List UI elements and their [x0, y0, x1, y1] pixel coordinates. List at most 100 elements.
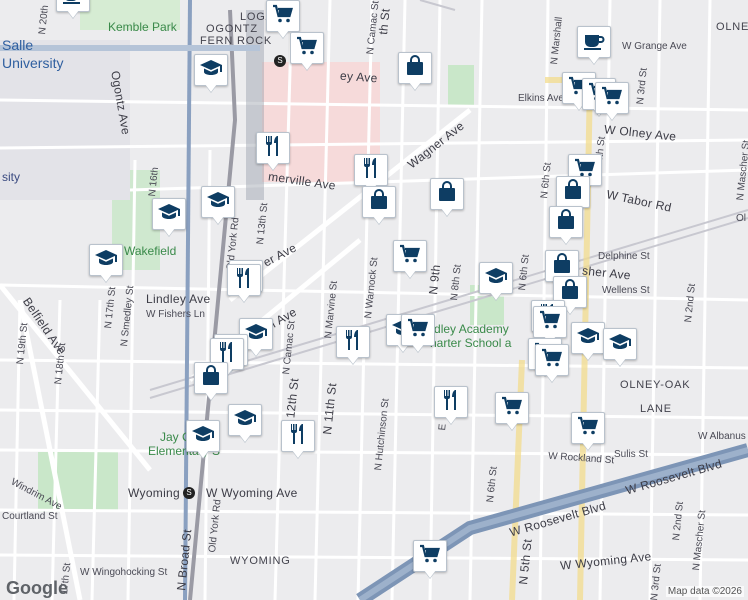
- map-marker-coffee[interactable]: [577, 26, 611, 66]
- marker-pointer: [67, 10, 79, 18]
- marker-box: [595, 82, 629, 114]
- marker-pointer: [197, 450, 209, 458]
- marker-box: [535, 344, 569, 376]
- map-marker-shopping-bag[interactable]: [549, 206, 583, 246]
- school-icon: [576, 324, 600, 353]
- marker-box: [556, 176, 590, 208]
- map-marker-restaurant[interactable]: [281, 420, 315, 460]
- marker-pointer: [301, 62, 313, 70]
- map-marker-school[interactable]: [194, 54, 228, 94]
- marker-pointer: [560, 236, 572, 244]
- map-marker-cart[interactable]: [595, 82, 629, 122]
- marker-pointer: [588, 56, 600, 64]
- marker-box: [571, 322, 605, 354]
- marker-box: [549, 206, 583, 238]
- marker-box: [362, 186, 396, 218]
- shopping-bag-icon: [199, 364, 223, 393]
- marker-box: [393, 240, 427, 272]
- marker-box: [434, 386, 468, 418]
- marker-box: [571, 412, 605, 444]
- metro-station-icon: S: [183, 487, 195, 499]
- marker-pointer: [250, 348, 262, 356]
- map-marker-cart[interactable]: [290, 32, 324, 72]
- marker-pointer: [441, 208, 453, 216]
- marker-pointer: [546, 374, 558, 382]
- map-marker-coffee[interactable]: [56, 0, 90, 20]
- map-marker-cart[interactable]: [495, 392, 529, 432]
- marker-pointer: [506, 422, 518, 430]
- marker-pointer: [424, 570, 436, 578]
- restaurant-icon: [439, 388, 463, 417]
- restaurant-icon: [261, 134, 285, 163]
- map-marker-shopping-bag[interactable]: [194, 362, 228, 402]
- marker-pointer: [490, 292, 502, 300]
- marker-pointer: [582, 442, 594, 450]
- marker-pointer: [100, 274, 112, 282]
- map-marker-shopping-bag[interactable]: [362, 186, 396, 226]
- coffee-icon: [61, 0, 85, 11]
- map-marker-cart[interactable]: [535, 344, 569, 384]
- map-base: [0, 0, 748, 600]
- marker-box: [290, 32, 324, 64]
- cart-icon: [295, 34, 319, 63]
- cart-icon: [540, 346, 564, 375]
- marker-box: [398, 52, 432, 84]
- marker-pointer: [267, 162, 279, 170]
- cart-icon: [576, 414, 600, 443]
- marker-box: [354, 154, 388, 186]
- marker-pointer: [404, 270, 416, 278]
- marker-box: [603, 328, 637, 360]
- map-marker-shopping-bag[interactable]: [398, 52, 432, 92]
- map-marker-school[interactable]: [603, 328, 637, 368]
- marker-pointer: [409, 82, 421, 90]
- map-marker-cart[interactable]: [413, 540, 447, 580]
- marker-box: [227, 264, 261, 296]
- marker-box: [281, 420, 315, 452]
- cart-icon: [500, 394, 524, 423]
- marker-box: [577, 26, 611, 58]
- marker-pointer: [347, 356, 359, 364]
- cart-icon: [538, 308, 562, 337]
- school-icon: [608, 330, 632, 359]
- marker-pointer: [212, 216, 224, 224]
- map-canvas[interactable]: LOGAN OGONTZ FERN ROCK OLNEY OLNEY-OAK L…: [0, 0, 748, 600]
- marker-pointer: [205, 392, 217, 400]
- shopping-bag-icon: [554, 208, 578, 237]
- marker-box: [228, 404, 262, 436]
- map-marker-school[interactable]: [228, 404, 262, 444]
- map-marker-cart[interactable]: [401, 314, 435, 354]
- map-marker-school[interactable]: [479, 262, 513, 302]
- marker-box: [336, 326, 370, 358]
- map-attribution: Map data ©2026: [665, 586, 744, 597]
- cart-icon: [600, 84, 624, 113]
- restaurant-icon: [341, 328, 365, 357]
- map-marker-school[interactable]: [152, 198, 186, 238]
- map-marker-cart[interactable]: [393, 240, 427, 280]
- school-icon: [94, 246, 118, 275]
- map-marker-school[interactable]: [201, 186, 235, 226]
- coffee-icon: [582, 28, 606, 57]
- map-marker-cart[interactable]: [571, 412, 605, 452]
- map-marker-school[interactable]: [89, 244, 123, 284]
- marker-box: [186, 420, 220, 452]
- map-marker-restaurant[interactable]: [256, 132, 290, 172]
- map-marker-restaurant[interactable]: [336, 326, 370, 366]
- map-marker-school[interactable]: [186, 420, 220, 460]
- marker-pointer: [292, 450, 304, 458]
- marker-box: [495, 392, 529, 424]
- school-icon: [199, 56, 223, 85]
- marker-box: [194, 54, 228, 86]
- marker-box: [201, 186, 235, 218]
- school-icon: [484, 264, 508, 293]
- map-marker-restaurant[interactable]: [434, 386, 468, 426]
- restaurant-icon: [232, 266, 256, 295]
- shopping-bag-icon: [367, 188, 391, 217]
- map-marker-shopping-bag[interactable]: [430, 178, 464, 218]
- marker-pointer: [412, 344, 424, 352]
- marker-box: [401, 314, 435, 346]
- marker-pointer: [277, 30, 289, 38]
- shopping-bag-icon: [435, 180, 459, 209]
- marker-pointer: [163, 228, 175, 236]
- map-marker-school[interactable]: [571, 322, 605, 362]
- map-marker-restaurant[interactable]: [227, 264, 261, 304]
